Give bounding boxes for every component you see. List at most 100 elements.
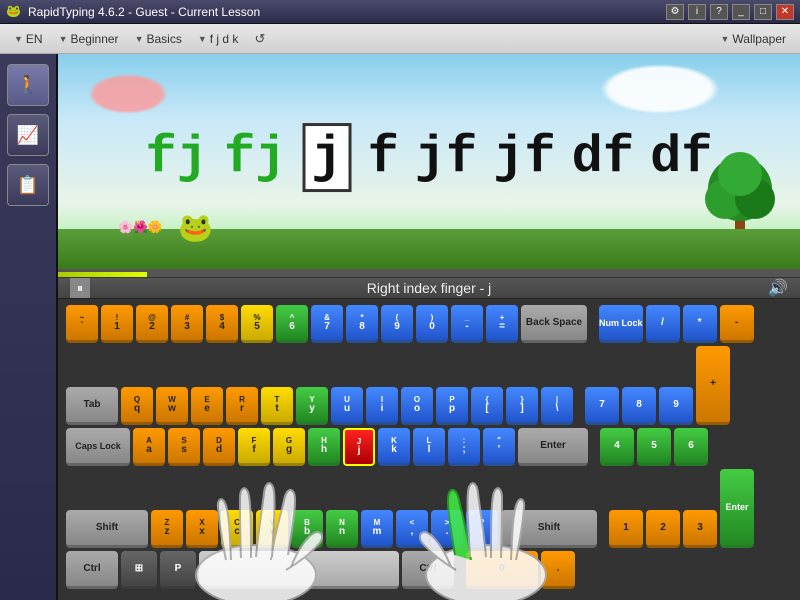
cloud-right (600, 64, 720, 114)
key-backspace[interactable]: Back Space (521, 305, 587, 343)
key-v[interactable]: Vv (256, 510, 288, 548)
key-c[interactable]: Cc (221, 510, 253, 548)
key-equals[interactable]: += (486, 305, 518, 343)
pause-button[interactable]: ⏸ (70, 278, 90, 298)
key-g[interactable]: Gg (273, 428, 305, 466)
key-shift-left[interactable]: Shift (66, 510, 148, 548)
key-num-plus[interactable]: + (696, 346, 730, 425)
key-num-0[interactable]: 0 (466, 551, 538, 589)
key-j[interactable]: Jj (343, 428, 375, 466)
key-a[interactable]: Aa (133, 428, 165, 466)
key-tab[interactable]: Tab (66, 387, 118, 425)
lesson-menu[interactable]: ▼ Basics (129, 30, 188, 48)
key-8[interactable]: *8 (346, 305, 378, 343)
key-slash[interactable]: ?/ (466, 510, 498, 548)
key-q[interactable]: Qq (121, 387, 153, 425)
level-menu[interactable]: ▼ Beginner (53, 30, 125, 48)
key-y[interactable]: Yy (296, 387, 328, 425)
key-0[interactable]: )0 (416, 305, 448, 343)
language-menu[interactable]: ▼ EN (8, 30, 49, 48)
cloud-left (88, 74, 168, 114)
key-3[interactable]: #3 (171, 305, 203, 343)
settings-icon[interactable]: ⚙ (666, 4, 684, 20)
key-z[interactable]: Zz (151, 510, 183, 548)
char-jf-1: jf (415, 129, 477, 188)
wallpaper-menu[interactable]: ▼ Wallpaper (715, 30, 793, 48)
key-num-slash[interactable]: / (646, 305, 680, 343)
key-6[interactable]: ^6 (276, 305, 308, 343)
key-numlock[interactable]: Num Lock (599, 305, 643, 343)
key-x[interactable]: Xx (186, 510, 218, 548)
key-backtick[interactable]: ~` (66, 305, 98, 343)
key-semicolon[interactable]: :; (448, 428, 480, 466)
close-button[interactable]: ✕ (776, 4, 794, 20)
key-quote[interactable]: "' (483, 428, 515, 466)
key-num-minus[interactable]: - (720, 305, 754, 343)
key-ctrl-left[interactable]: Ctrl (66, 551, 118, 589)
sidebar-copy-button[interactable]: 📋 (7, 164, 49, 206)
key-t[interactable]: Tt (261, 387, 293, 425)
key-win-left[interactable]: ⊞ (121, 551, 157, 589)
key-num-8[interactable]: 8 (622, 387, 656, 425)
key-2[interactable]: @2 (136, 305, 168, 343)
key-ctrl-right[interactable]: Ctrl (402, 551, 454, 589)
key-f[interactable]: Ff (238, 428, 270, 466)
key-w[interactable]: Ww (156, 387, 188, 425)
key-num-6[interactable]: 6 (674, 428, 708, 466)
key-num-1[interactable]: 1 (609, 510, 643, 548)
key-lbracket[interactable]: {[ (471, 387, 503, 425)
keyboard-wrapper: ~` !1 @2 #3 $4 %5 ^6 &7 *8 (9 )0 _- += B… (58, 299, 800, 600)
key-minus[interactable]: _- (451, 305, 483, 343)
sidebar-stats-button[interactable]: 📈 (7, 114, 49, 156)
key-backslash[interactable]: |\ (541, 387, 573, 425)
help-icon[interactable]: ? (710, 4, 728, 20)
key-alt-left[interactable]: P (160, 551, 196, 589)
key-num-4[interactable]: 4 (600, 428, 634, 466)
key-space[interactable] (199, 551, 399, 589)
key-shift-right[interactable]: Shift (501, 510, 597, 548)
sidebar-lesson-button[interactable]: 🚶 (7, 64, 49, 106)
key-num-7[interactable]: 7 (585, 387, 619, 425)
maximize-button[interactable]: □ (754, 4, 772, 20)
status-bar: ⏸ Right index finger - j 🔊 (58, 277, 800, 299)
sequence-menu[interactable]: ▼ f j d k (192, 30, 245, 48)
key-num-5[interactable]: 5 (637, 428, 671, 466)
key-o[interactable]: Oo (401, 387, 433, 425)
key-u[interactable]: Uu (331, 387, 363, 425)
key-num-3[interactable]: 3 (683, 510, 717, 548)
key-num-dot[interactable]: . (541, 551, 575, 589)
key-h[interactable]: Hh (308, 428, 340, 466)
key-num-star[interactable]: * (683, 305, 717, 343)
app-icon: 🐸 (6, 4, 22, 20)
key-m[interactable]: Mm (361, 510, 393, 548)
key-4[interactable]: $4 (206, 305, 238, 343)
key-capslock[interactable]: Caps Lock (66, 428, 130, 466)
key-l[interactable]: Ll (413, 428, 445, 466)
key-i[interactable]: Ii (366, 387, 398, 425)
key-k[interactable]: Kk (378, 428, 410, 466)
key-7[interactable]: &7 (311, 305, 343, 343)
info-icon[interactable]: i (688, 4, 706, 20)
key-period[interactable]: >. (431, 510, 463, 548)
key-enter[interactable]: Enter (518, 428, 588, 466)
key-1[interactable]: !1 (101, 305, 133, 343)
key-b[interactable]: Bb (291, 510, 323, 548)
key-5[interactable]: %5 (241, 305, 273, 343)
key-num-enter[interactable]: Enter (720, 469, 754, 548)
key-p[interactable]: Pp (436, 387, 468, 425)
grass-decoration (58, 229, 800, 269)
key-num-9[interactable]: 9 (659, 387, 693, 425)
key-r[interactable]: Rr (226, 387, 258, 425)
key-e[interactable]: Ee (191, 387, 223, 425)
key-d[interactable]: Dd (203, 428, 235, 466)
key-9[interactable]: (9 (381, 305, 413, 343)
minimize-button[interactable]: _ (732, 4, 750, 20)
key-n[interactable]: Nn (326, 510, 358, 548)
key-comma[interactable]: <, (396, 510, 428, 548)
refresh-button[interactable]: ↺ (248, 29, 271, 49)
key-s[interactable]: Ss (168, 428, 200, 466)
key-rbracket[interactable]: }] (506, 387, 538, 425)
volume-icon[interactable]: 🔊 (768, 278, 788, 298)
key-num-2[interactable]: 2 (646, 510, 680, 548)
keyboard-row-bottom: Ctrl ⊞ P Ctrl 0 . (66, 551, 792, 589)
